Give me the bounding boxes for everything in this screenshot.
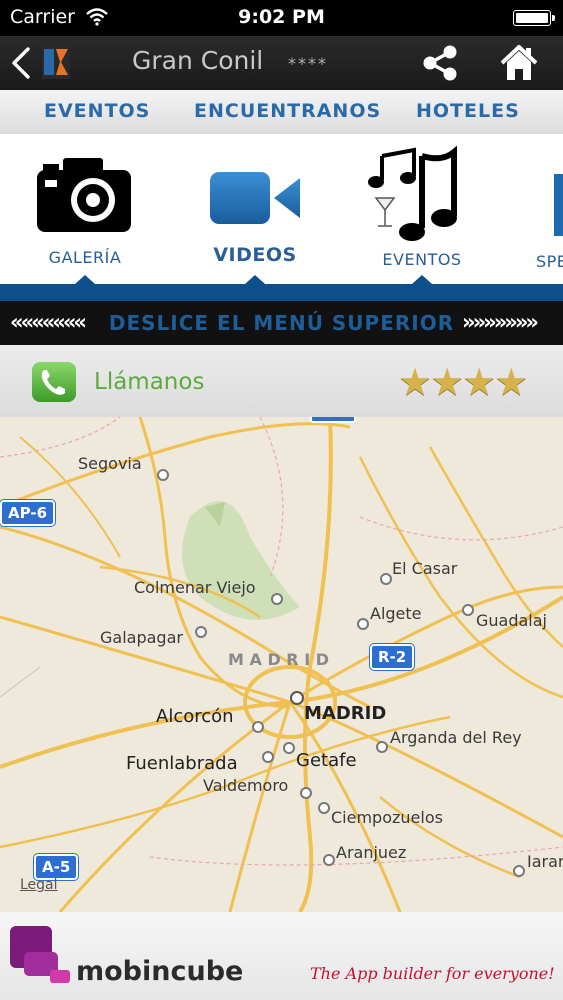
- menu-item-videos[interactable]: VIDEOS: [200, 156, 310, 286]
- place-dot: [318, 802, 330, 814]
- place-dot: [262, 751, 274, 763]
- tab-eventos[interactable]: EVENTOS: [44, 100, 150, 122]
- place-dot: [357, 618, 369, 630]
- place-label: Getafe: [296, 750, 357, 771]
- tab-encuentranos[interactable]: ENCUENTRANOS: [194, 100, 381, 122]
- place-dot: [323, 854, 335, 866]
- place-dot: [380, 573, 392, 585]
- place-label: El Casar: [392, 559, 458, 578]
- tab-bar: EVENTOS ENCUENTRANOS HOTELES: [0, 90, 563, 134]
- highway-shield-ap6: AP-6: [0, 500, 56, 526]
- place-dot: [195, 626, 207, 638]
- map-view[interactable]: Segovia El Casar Colmenar Viejo Algete G…: [0, 417, 563, 912]
- call-label: Llámanos: [94, 369, 205, 395]
- menu-item-galeria[interactable]: GALERÍA: [30, 156, 140, 286]
- menu-item-partial[interactable]: SPE: [532, 156, 563, 286]
- brand-name: mobincube: [76, 956, 244, 987]
- place-label: Galapagar: [100, 628, 183, 647]
- share-icon[interactable]: [420, 43, 460, 83]
- title-stars: ****: [288, 54, 328, 73]
- selection-pointer: [412, 275, 432, 284]
- place-label: Algete: [370, 604, 422, 623]
- place-label: Alcorcón: [156, 706, 234, 727]
- menu-label-videos: VIDEOS: [213, 244, 297, 266]
- phone-icon: [32, 362, 76, 402]
- place-dot: [462, 604, 474, 616]
- place-dot: [283, 742, 295, 754]
- place-dot: [252, 721, 264, 733]
- back-icon[interactable]: [8, 46, 34, 80]
- home-icon[interactable]: [499, 44, 539, 82]
- nav-bar: Gran Conil ****: [0, 36, 563, 90]
- selection-pointer: [75, 275, 95, 284]
- place-dot: [300, 787, 312, 799]
- battery-icon: [513, 10, 555, 26]
- camera-icon: [37, 158, 131, 232]
- menu-underline-strip: [0, 284, 563, 301]
- page-title: Gran Conil: [132, 46, 264, 75]
- footer-banner[interactable]: mobincube The App builder for everyone!: [0, 912, 563, 1000]
- place-dot: [157, 469, 169, 481]
- mobincube-logo-icon: [10, 926, 70, 983]
- place-label: Fuenlabrada: [126, 753, 238, 774]
- place-label: Aranjuez: [336, 843, 407, 862]
- music-notes-icon: [368, 146, 457, 241]
- app-logo: [42, 45, 70, 79]
- swipe-banner: ««««««« DESLICE EL MENÚ SUPERIOR »»»»»»»: [0, 301, 563, 345]
- place-label: Guadalaj: [476, 611, 547, 630]
- star-rating: ★★★★: [398, 360, 528, 404]
- place-dot: [376, 741, 388, 753]
- brand-tagline: The App builder for everyone!: [310, 964, 555, 983]
- place-label: Iarar: [527, 852, 563, 871]
- city-label-madrid: MADRID: [304, 703, 387, 724]
- place-label: Valdemoro: [203, 776, 289, 795]
- region-label: M A D R I D: [228, 650, 329, 669]
- menu-label-galeria: GALERÍA: [48, 248, 122, 267]
- capital-marker: [290, 691, 304, 705]
- place-label: Colmenar Viejo: [134, 578, 256, 597]
- menu-item-eventos[interactable]: EVENTOS: [362, 146, 482, 286]
- partial-icon: [554, 174, 563, 236]
- place-dot: [271, 593, 283, 605]
- icon-menu: GALERÍA VIDEOS EVENTOS SPE: [0, 134, 563, 284]
- call-row[interactable]: Llámanos ★★★★: [0, 345, 563, 417]
- selection-pointer: [245, 275, 265, 284]
- place-label: Arganda del Rey: [390, 728, 522, 747]
- menu-label-partial: SPE: [536, 252, 563, 271]
- chevrons-right-icon: »»»»»»»: [462, 310, 539, 334]
- tab-hoteles[interactable]: HOTELES: [416, 100, 520, 122]
- place-dot: [513, 865, 525, 877]
- highway-shield: [310, 417, 356, 423]
- status-bar: Carrier 9:02 PM: [0, 0, 563, 36]
- place-label: Ciempozuelos: [331, 808, 443, 827]
- clock: 9:02 PM: [238, 6, 325, 28]
- menu-label-eventos: EVENTOS: [382, 250, 462, 269]
- video-camera-icon: [210, 172, 300, 224]
- place-label: Segovia: [78, 454, 142, 473]
- highway-shield-r2: R-2: [370, 644, 415, 670]
- map-legal-link[interactable]: Legal: [20, 877, 58, 893]
